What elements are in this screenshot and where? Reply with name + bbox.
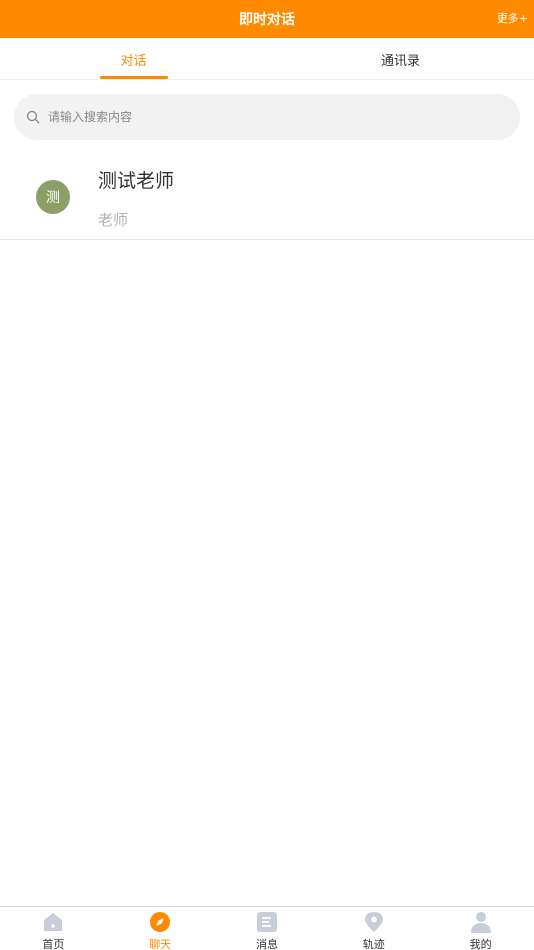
nav-label: 轨迹 bbox=[362, 938, 385, 950]
tab-contacts[interactable]: 通讯录 bbox=[267, 38, 534, 80]
app-header: 即时对话 更多+ bbox=[0, 0, 534, 38]
nav-item-messages[interactable]: 消息 bbox=[214, 907, 321, 950]
nav-item-home[interactable]: 首页 bbox=[0, 907, 107, 950]
tab-bar: 对话 通讯录 bbox=[0, 38, 534, 80]
home-icon bbox=[42, 911, 64, 933]
conversation-name: 测试老师 bbox=[98, 170, 175, 192]
conversation-subtitle: 老师 bbox=[98, 211, 129, 229]
user-icon bbox=[470, 911, 492, 933]
nav-label: 聊天 bbox=[149, 938, 172, 950]
bottom-nav: 首页 聊天 消息 轨迹 我的 bbox=[0, 906, 534, 950]
search-icon bbox=[26, 109, 42, 125]
nav-label: 消息 bbox=[255, 938, 278, 950]
nav-item-chat[interactable]: 聊天 bbox=[107, 907, 214, 950]
conversation-item[interactable] bbox=[0, 150, 534, 240]
search-bar[interactable] bbox=[14, 94, 520, 140]
page-title: 即时对话 bbox=[239, 12, 295, 28]
active-tab-indicator bbox=[99, 76, 168, 79]
tab-label: 通讯录 bbox=[380, 53, 420, 69]
avatar: 测 bbox=[36, 180, 70, 214]
location-pin-icon bbox=[363, 911, 385, 933]
tab-label: 对话 bbox=[120, 53, 147, 69]
more-button[interactable]: 更多+ bbox=[497, 0, 528, 38]
document-icon bbox=[256, 911, 278, 933]
search-input[interactable] bbox=[48, 110, 488, 124]
nav-item-profile[interactable]: 我的 bbox=[427, 907, 534, 950]
nav-label: 我的 bbox=[469, 938, 492, 950]
nav-item-track[interactable]: 轨迹 bbox=[320, 907, 427, 950]
nav-label: 首页 bbox=[42, 938, 65, 950]
tab-conversations[interactable]: 对话 bbox=[0, 38, 267, 80]
compass-icon bbox=[149, 911, 171, 933]
